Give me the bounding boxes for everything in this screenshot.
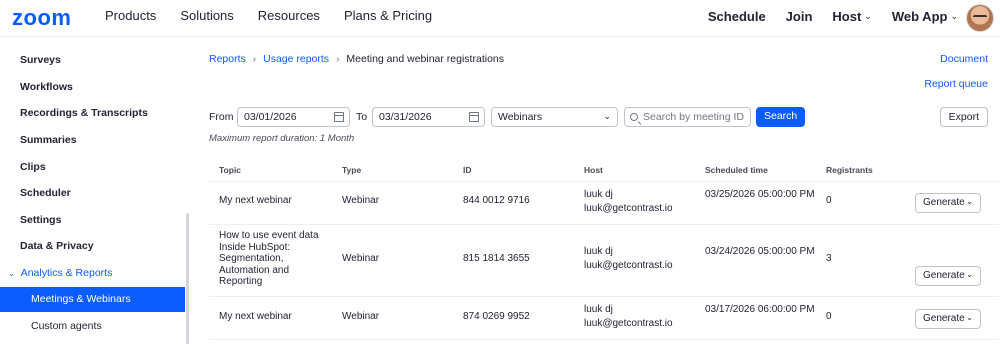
sidebar-item-surveys[interactable]: Surveys [20,54,61,66]
sidebar-item-workflows[interactable]: Workflows [20,81,73,93]
cell-type: Webinar [342,311,380,322]
top-navbar: zoom Products Solutions Resources Plans … [0,0,1000,37]
cell-host-name: luuk dj [584,304,613,315]
divider [209,296,999,297]
sidebar: Surveys Workflows Recordings & Transcrip… [0,37,189,344]
meeting-id-search-input[interactable]: Search by meeting ID [624,107,751,127]
max-duration-note: Maximum report duration: 1 Month [209,133,355,144]
sidebar-section-analytics-reports[interactable]: ⌄ Analytics & Reports [8,267,112,279]
generate-button[interactable]: Generate ⌄ [915,309,981,329]
nav-resources[interactable]: Resources [258,8,320,23]
to-label: To [356,111,368,123]
sidebar-item-settings[interactable]: Settings [20,214,61,226]
cell-host-name: luuk dj [584,189,613,200]
cell-host-email: luuk@getcontrast.io [584,260,673,271]
cell-id: 874 0269 9952 [463,311,530,322]
column-header-scheduled-time: Scheduled time [705,165,768,175]
nav-web-app[interactable]: Web App ⌄ [892,9,958,24]
generate-label: Generate [923,313,965,324]
sidebar-item-recordings-transcripts[interactable]: Recordings & Transcripts [20,107,148,119]
nav-solutions[interactable]: Solutions [180,8,233,23]
breadcrumb-usage-reports[interactable]: Usage reports [263,53,329,65]
type-select-value: Webinars [498,111,543,123]
type-select[interactable]: Webinars ⌄ [491,107,618,127]
search-placeholder: Search by meeting ID [643,111,744,123]
cell-host-email: luuk@getcontrast.io [584,318,673,329]
calendar-icon[interactable] [334,112,344,122]
chevron-down-icon: ⌄ [8,269,15,278]
column-header-topic: Topic [219,165,242,175]
chevron-down-icon: ⌄ [603,111,611,121]
cell-registrants: 0 [826,311,832,322]
column-header-id: ID [463,165,472,175]
cell-scheduled-time: 03/17/2026 06:00:00 PM [705,304,815,315]
chevron-down-icon: ⌄ [966,197,973,206]
nav-web-app-label: Web App [891,9,948,24]
divider [209,181,999,182]
divider [209,339,999,340]
search-icon [630,113,638,121]
nav-schedule[interactable]: Schedule [708,9,766,24]
sidebar-item-data-privacy[interactable]: Data & Privacy [20,240,94,252]
zoom-logo[interactable]: zoom [12,5,71,31]
breadcrumb-reports[interactable]: Reports [209,53,246,65]
document-link[interactable]: Document [940,53,988,65]
chevron-down-icon: ⌄ [950,11,958,21]
page-title: Meeting and webinar registrations [346,53,504,65]
chevron-right-icon: › [252,53,257,65]
export-button[interactable]: Export [939,107,988,127]
primary-nav: Products Solutions Resources Plans & Pri… [105,8,456,23]
cell-topic: My next webinar [219,195,292,206]
cell-host-email: luuk@getcontrast.io [584,203,673,214]
generate-button[interactable]: Generate ⌄ [915,193,981,213]
column-header-type: Type [342,165,362,175]
cell-registrants: 3 [826,253,832,264]
from-label: From [209,111,234,123]
report-queue-link[interactable]: Report queue [924,78,988,90]
cell-topic: My next webinar [219,311,292,322]
cell-scheduled-time: 03/24/2026 05:00:00 PM [705,246,815,257]
generate-label: Generate [923,270,965,281]
generate-button[interactable]: Generate ⌄ [915,266,981,286]
cell-id: 844 0012 9716 [463,195,530,206]
to-date-input[interactable]: 03/31/2026 [372,107,485,127]
nav-host[interactable]: Host ⌄ [832,9,871,24]
cell-scheduled-time: 03/25/2026 05:00:00 PM [705,189,815,200]
sidebar-section-label: Analytics & Reports [20,267,113,279]
sidebar-item-summaries[interactable]: Summaries [20,134,77,146]
avatar[interactable] [966,4,994,32]
secondary-nav: Schedule Join Host ⌄ Web App ⌄ [688,9,958,24]
chevron-down-icon: ⌄ [966,270,973,279]
cell-id: 815 1814 3655 [463,253,530,264]
cell-type: Webinar [342,195,380,206]
from-date-input[interactable]: 03/01/2026 [237,107,350,127]
chevron-down-icon: ⌄ [864,11,872,21]
cell-type: Webinar [342,253,380,264]
cell-registrants: 0 [826,195,832,206]
generate-label: Generate [923,197,965,208]
nav-plans-pricing[interactable]: Plans & Pricing [344,8,432,23]
nav-host-label: Host [832,9,862,24]
cell-host-name: luuk dj [584,246,613,257]
from-date-value: 03/01/2026 [244,111,297,123]
sidebar-item-meetings-webinars[interactable]: Meetings & Webinars [0,287,185,312]
calendar-icon[interactable] [469,112,479,122]
chevron-right-icon: › [336,53,340,65]
divider [209,224,999,225]
column-header-registrants: Registrants [826,165,873,175]
to-date-value: 03/31/2026 [379,111,432,123]
sidebar-item-clips[interactable]: Clips [20,161,46,173]
search-button[interactable]: Search [756,107,806,127]
breadcrumb: Reports › Usage reports › Meeting and we… [209,53,504,65]
nav-products[interactable]: Products [105,8,156,23]
nav-join[interactable]: Join [786,9,813,24]
sidebar-item-scheduler[interactable]: Scheduler [20,187,71,199]
column-header-host: Host [584,165,603,175]
main-content: Reports › Usage reports › Meeting and we… [189,37,1000,344]
chevron-down-icon: ⌄ [966,313,973,322]
sidebar-item-custom-agents[interactable]: Custom agents [31,320,102,332]
cell-topic: How to use event data Inside HubSpot: Se… [219,230,319,287]
